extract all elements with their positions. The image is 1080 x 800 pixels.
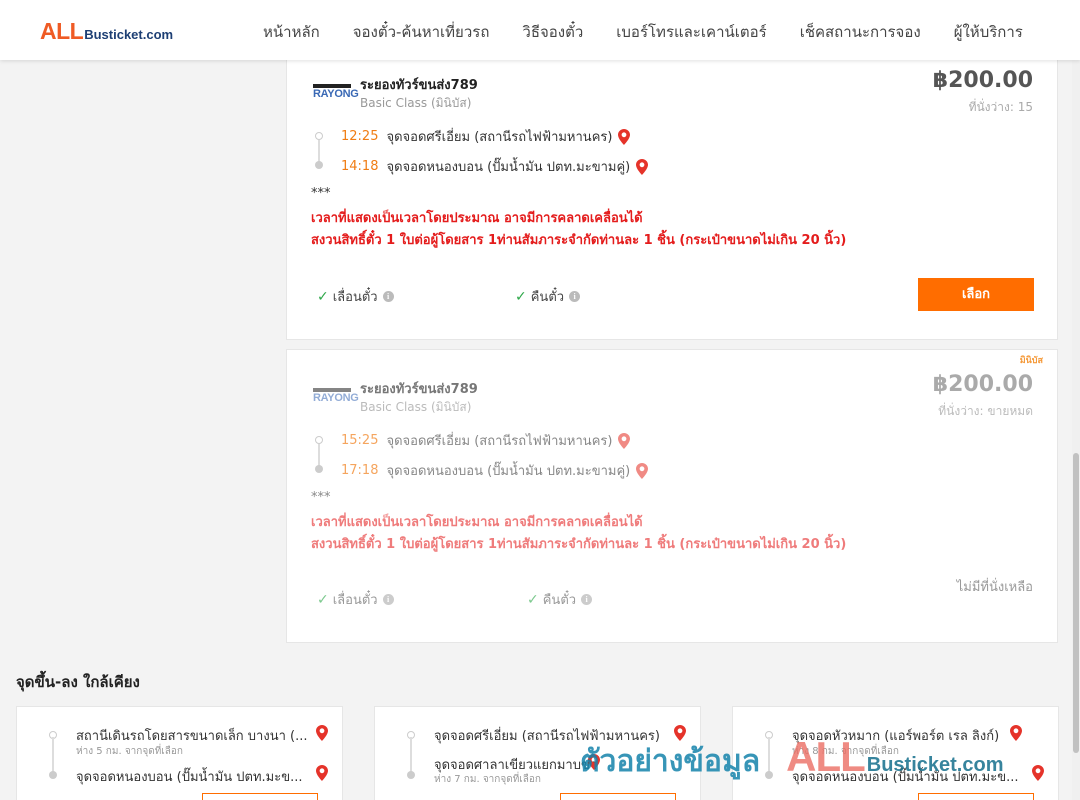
site-header: ALL Busticket.com หน้าหลัก จองตั๋ว-ค้นหา… xyxy=(0,0,1080,60)
route-line xyxy=(768,737,770,775)
luggage-warning: สงวนสิทธิ์ตั๋ว 1 ใบต่อผู้โดยสาร 1ท่านสัม… xyxy=(311,537,847,552)
map-pin-icon[interactable] xyxy=(588,754,600,770)
logo-all-text: ALL xyxy=(40,18,84,44)
nearby-to-distance: ห่าง 7 กม. จากจุดที่เลือก xyxy=(434,774,541,785)
map-pin-icon[interactable] xyxy=(316,725,328,741)
arrive-time: 14:18 xyxy=(341,159,379,174)
depart-time: 12:25 xyxy=(341,129,379,144)
to-dot-icon xyxy=(765,771,773,779)
time-warning: เวลาที่แสดงเป็นเวลาโดยประมาณ อาจมีการคลา… xyxy=(311,515,643,530)
to-dot-icon xyxy=(49,771,57,779)
map-pin-icon[interactable] xyxy=(1010,725,1022,741)
info-icon[interactable]: i xyxy=(581,594,593,605)
info-icon[interactable]: i xyxy=(382,291,394,302)
trip-price: ฿200.00 xyxy=(932,372,1033,397)
trip-note: *** xyxy=(311,186,331,201)
map-pin-icon[interactable] xyxy=(618,128,631,145)
check-icon: ✓ xyxy=(527,591,539,608)
trip-card: RAYONG ระยองทัวร์ขนส่ง789 Basic Class (ม… xyxy=(286,60,1058,340)
arrive-stop: 14:18 จุดจอดหนองบอน (ปั๊มน้ำมัน ปตท.มะขา… xyxy=(341,156,649,177)
luggage-warning: สงวนสิทธิ์ตั๋ว 1 ใบต่อผู้โดยสาร 1ท่านสัม… xyxy=(311,233,847,248)
depart-dot-icon xyxy=(315,436,323,444)
operator-logo: RAYONG xyxy=(313,84,359,102)
nearby-route-card[interactable]: สถานีเดินรถโดยสารขนาดเล็ก บางนา (... ห่า… xyxy=(16,706,343,800)
arrive-stop-name: จุดจอดหนองบอน (ปั๊มน้ำมัน ปตท.มะขามคู่) xyxy=(386,464,631,479)
feature-reschedule: ✓ เลื่อนตั๋ว i xyxy=(317,286,394,307)
route-line xyxy=(52,737,54,775)
operator-name: ระยองทัวร์ขนส่ง789 xyxy=(360,382,478,397)
feature-reschedule: ✓ เลื่อนตั๋ว i xyxy=(317,589,394,610)
feature-refund-label: คืนตั๋ว xyxy=(530,290,565,305)
logo-rest-text: Busticket.com xyxy=(84,27,174,42)
nearby-route-card[interactable]: จุดจอดศรีเอี่ยม (สถานีรถไฟฟ้ามหานคร) จุด… xyxy=(374,706,701,800)
depart-stop-name: จุดจอดศรีเอี่ยม (สถานีรถไฟฟ้ามหานคร) xyxy=(386,434,613,449)
info-icon[interactable]: i xyxy=(569,291,581,302)
check-icon: ✓ xyxy=(317,591,329,608)
time-warning: เวลาที่แสดงเป็นเวลาโดยประมาณ อาจมีการคลา… xyxy=(311,211,643,226)
bus-class: Basic Class (มินิบัส) xyxy=(360,400,472,414)
feature-refund: ✓ คืนตั๋ว i xyxy=(527,589,593,610)
nearby-from-distance: ห่าง 5 กม. จากจุดที่เลือก xyxy=(76,746,183,757)
nearby-select-button[interactable] xyxy=(918,793,1034,800)
nav-book-search[interactable]: จองตั๋ว-ค้นหาเที่ยวรถ xyxy=(353,20,490,44)
seats-available: ที่นั่งว่าง: ขายหมด xyxy=(938,404,1033,418)
feature-reschedule-label: เลื่อนตั๋ว xyxy=(332,290,378,305)
feature-refund-label: คืนตั๋ว xyxy=(542,593,577,608)
feature-refund: ✓ คืนตั๋ว i xyxy=(515,286,581,307)
main-nav: หน้าหลัก จองตั๋ว-ค้นหาเที่ยวรถ วิธีจองตั… xyxy=(263,20,1056,44)
nearby-select-button[interactable] xyxy=(202,793,318,800)
map-pin-icon[interactable] xyxy=(636,462,649,479)
nav-contact-counters[interactable]: เบอร์โทรและเคาน์เตอร์ xyxy=(616,20,766,44)
scrollbar-thumb[interactable] xyxy=(1073,453,1079,753)
nearby-section-title: จุดขึ้น-ลง ใกล้เคียง xyxy=(16,673,140,691)
feature-reschedule-label: เลื่อนตั๋ว xyxy=(332,593,378,608)
map-pin-icon[interactable] xyxy=(316,765,328,781)
nearby-from-stop: สถานีเดินรถโดยสารขนาดเล็ก บางนา (... xyxy=(76,729,308,744)
arrive-dot-icon xyxy=(315,161,323,169)
bus-type-badge: มินิบัส xyxy=(1019,356,1043,366)
seats-available: ที่นั่งว่าง: 15 xyxy=(968,100,1033,114)
nearby-from-stop: จุดจอดศรีเอี่ยม (สถานีรถไฟฟ้ามหานคร) xyxy=(434,729,660,744)
trip-price: ฿200.00 xyxy=(932,68,1033,93)
arrive-stop-name: จุดจอดหนองบอน (ปั๊มน้ำมัน ปตท.มะขามคู่) xyxy=(386,160,631,175)
nearby-route-card[interactable]: จุดจอดหัวหมาก (แอร์พอร์ต เรล ลิงก์) ห่าง… xyxy=(732,706,1059,800)
map-pin-icon[interactable] xyxy=(618,432,631,449)
trip-card-sold-out: มินิบัส RAYONG ระยองทัวร์ขนส่ง789 Basic … xyxy=(286,349,1058,643)
route-line xyxy=(410,737,412,775)
map-pin-icon[interactable] xyxy=(674,725,686,741)
no-seat-text: ไม่มีที่นั่งเหลือ xyxy=(956,580,1033,595)
nav-operators[interactable]: ผู้ให้บริการ xyxy=(954,20,1023,44)
operator-logo: RAYONG xyxy=(313,388,359,406)
info-icon[interactable]: i xyxy=(382,594,394,605)
nearby-from-stop: จุดจอดหัวหมาก (แอร์พอร์ต เรล ลิงก์) xyxy=(792,729,1000,744)
depart-stop-name: จุดจอดศรีเอี่ยม (สถานีรถไฟฟ้ามหานคร) xyxy=(386,130,613,145)
depart-stop: 12:25 จุดจอดศรีเอี่ยม (สถานีรถไฟฟ้ามหานค… xyxy=(341,126,631,147)
page-scrollbar[interactable] xyxy=(1072,60,1080,800)
nearby-from-distance: ห่าง 8 กม. จากจุดที่เลือก xyxy=(792,746,899,757)
depart-stop: 15:25 จุดจอดศรีเอี่ยม (สถานีรถไฟฟ้ามหานค… xyxy=(341,430,631,451)
depart-time: 15:25 xyxy=(341,433,379,448)
bus-class: Basic Class (มินิบัส) xyxy=(360,96,472,110)
arrive-dot-icon xyxy=(315,465,323,473)
map-pin-icon[interactable] xyxy=(636,158,649,175)
nearby-select-button[interactable] xyxy=(560,793,676,800)
nav-home[interactable]: หน้าหลัก xyxy=(263,20,320,44)
site-logo[interactable]: ALL Busticket.com xyxy=(40,20,173,43)
nearby-to-stop: จุดจอดหนองบอน (ปั๊มน้ำมัน ปตท.มะข... xyxy=(76,770,303,785)
check-icon: ✓ xyxy=(515,288,527,305)
to-dot-icon xyxy=(407,771,415,779)
nearby-to-stop: จุดจอดหนองบอน (ปั๊มน้ำมัน ปตท.มะข... xyxy=(792,770,1019,785)
nav-how-to-book[interactable]: วิธีจองตั๋ว xyxy=(522,20,583,44)
operator-name: ระยองทัวร์ขนส่ง789 xyxy=(360,78,478,93)
arrive-time: 17:18 xyxy=(341,463,379,478)
trip-note: *** xyxy=(311,490,331,505)
arrive-stop: 17:18 จุดจอดหนองบอน (ปั๊มน้ำมัน ปตท.มะขา… xyxy=(341,460,649,481)
check-icon: ✓ xyxy=(317,288,329,305)
map-pin-icon[interactable] xyxy=(1032,765,1044,781)
nav-check-status[interactable]: เช็คสถานะการจอง xyxy=(800,20,921,44)
select-trip-button[interactable]: เลือก xyxy=(918,278,1034,311)
depart-dot-icon xyxy=(315,132,323,140)
